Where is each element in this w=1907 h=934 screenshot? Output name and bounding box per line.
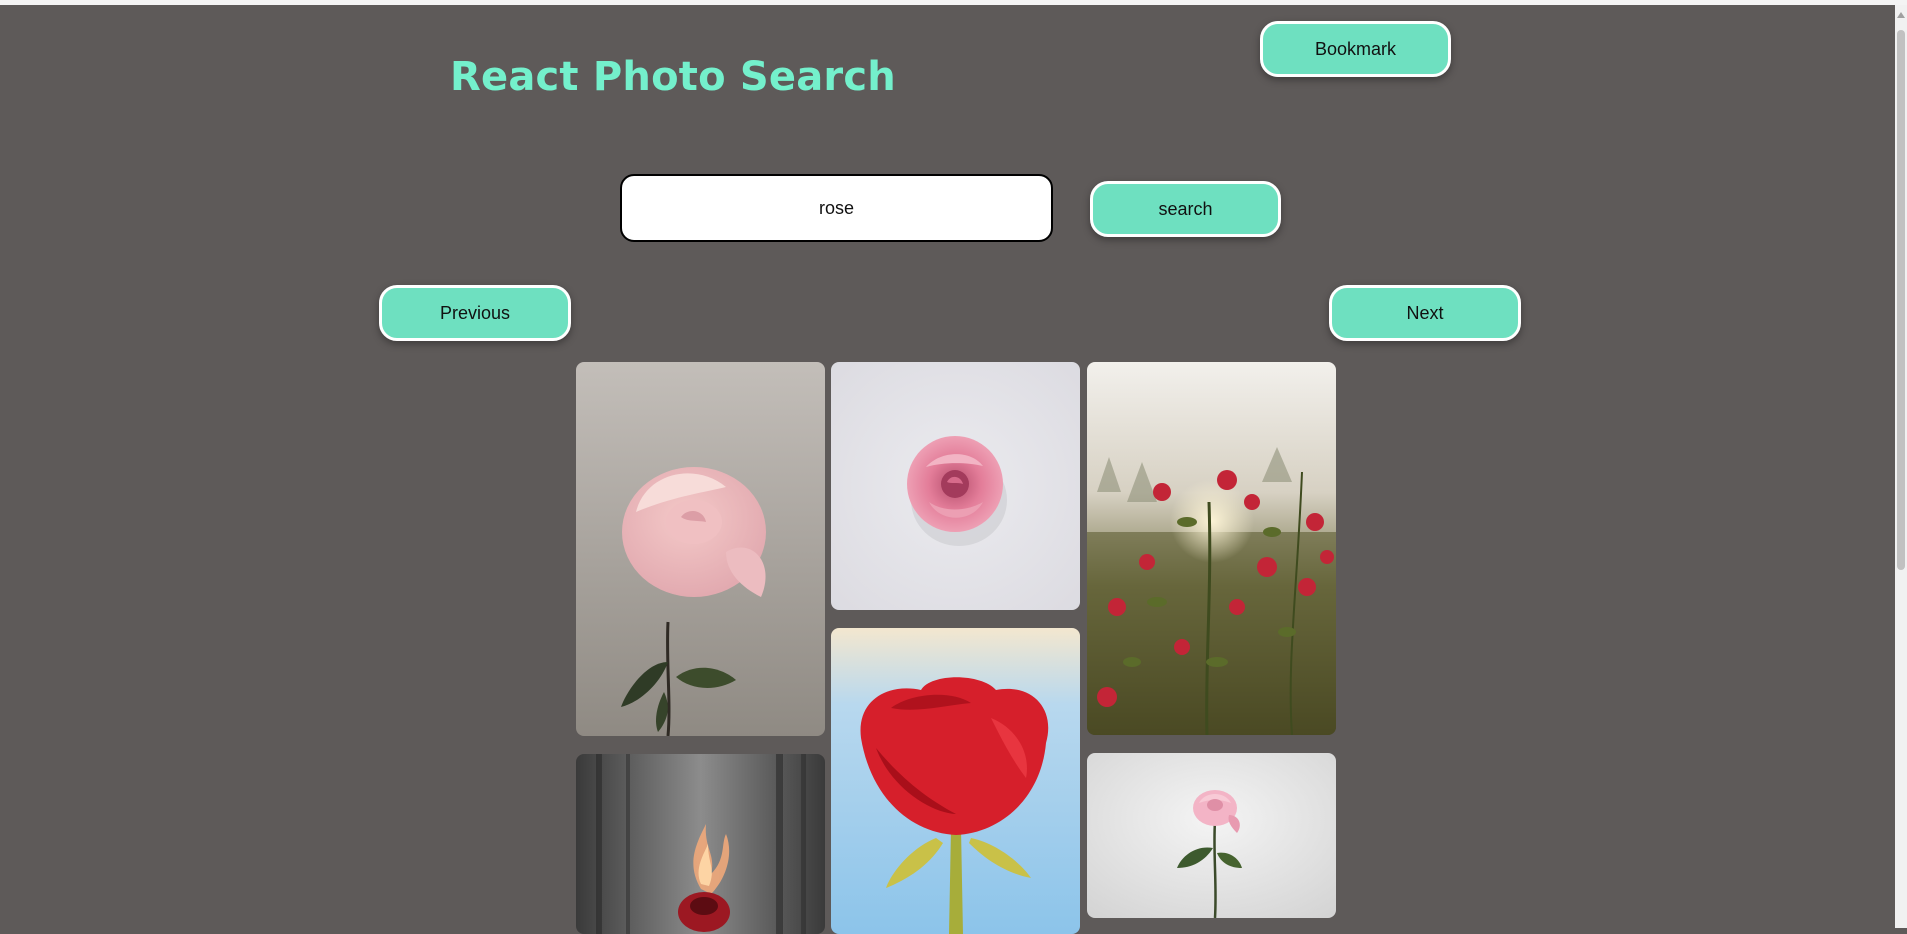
bookmark-button[interactable]: Bookmark: [1260, 21, 1451, 77]
red-rose-bushes-image: [1087, 362, 1336, 735]
small-pink-rose-image: [1087, 753, 1336, 918]
burning-rose-image: [576, 754, 825, 934]
photo-pink-rose-top[interactable]: [831, 362, 1080, 610]
search-button[interactable]: search: [1090, 181, 1281, 237]
pink-rose-top-image: [831, 362, 1080, 610]
photo-small-pink-rose[interactable]: [1087, 753, 1336, 918]
red-rose-sky-image: [831, 628, 1080, 934]
photo-pale-pink-rose[interactable]: [576, 362, 825, 736]
scroll-up-arrow-icon[interactable]: [1897, 12, 1905, 18]
window-top-border: [0, 0, 1907, 5]
photo-burning-rose[interactable]: [576, 754, 825, 934]
pale-pink-rose-image: [576, 362, 825, 736]
next-button[interactable]: Next: [1329, 285, 1521, 341]
page-title: React Photo Search: [450, 54, 896, 100]
photo-red-rose-sky[interactable]: [831, 628, 1080, 934]
scrollbar-thumb[interactable]: [1897, 30, 1905, 570]
search-input[interactable]: [620, 174, 1053, 242]
vertical-scrollbar[interactable]: [1895, 5, 1907, 928]
photo-red-rose-bushes[interactable]: [1087, 362, 1336, 735]
previous-button[interactable]: Previous: [379, 285, 571, 341]
